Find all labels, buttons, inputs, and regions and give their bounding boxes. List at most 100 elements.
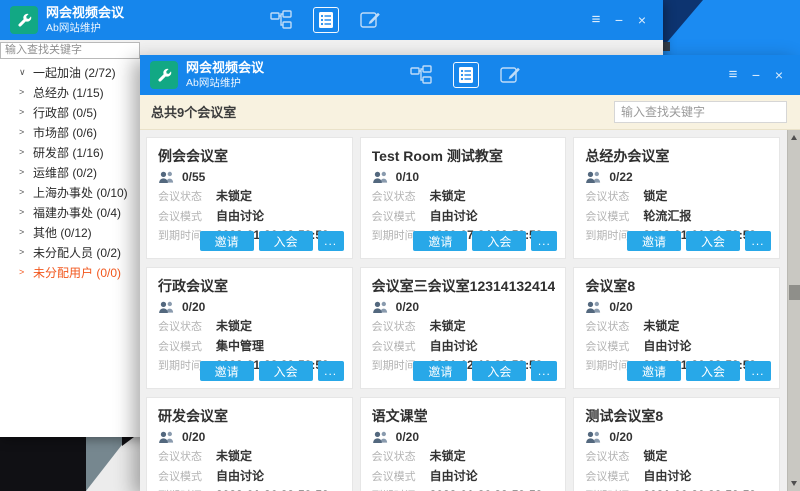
status-value: 锁定 (643, 447, 667, 464)
room-count-row: 0/20 (372, 430, 556, 444)
invite-button[interactable]: 邀请 (200, 361, 254, 381)
status-label: 会议状态 (372, 318, 430, 334)
room-title: 例会会议室 (158, 146, 342, 166)
scrollbar[interactable] (787, 130, 800, 491)
room-title: 总经办会议室 (585, 146, 769, 166)
close-button[interactable]: × (635, 13, 649, 27)
join-button[interactable]: 入会 (472, 231, 526, 251)
join-button[interactable]: 入会 (259, 361, 313, 381)
chevron-icon[interactable]: > (19, 147, 28, 157)
chevron-icon[interactable]: > (19, 267, 28, 277)
minimize-button[interactable]: − (749, 68, 763, 82)
room-mode-row: 会议模式 自由讨论 (372, 207, 556, 224)
status-label: 会议状态 (585, 188, 643, 204)
scrollbar-thumb[interactable] (789, 285, 800, 300)
mode-value: 集中管理 (216, 337, 264, 354)
room-count: 0/20 (609, 430, 632, 444)
sidebar-search-input[interactable] (0, 42, 140, 59)
room-mode-row: 会议模式 集中管理 (158, 337, 342, 354)
org-chart-icon[interactable] (410, 65, 432, 85)
chevron-icon[interactable]: > (19, 127, 28, 137)
participants-icon (158, 300, 175, 314)
meeting-room-card: 测试会议室8 0/20 会议状态 锁定 (573, 397, 780, 491)
status-label: 会议状态 (158, 318, 216, 334)
tree-item-label: 其他 (0/12) (33, 224, 92, 241)
chevron-icon[interactable]: > (19, 227, 28, 237)
rooms-search-input[interactable] (614, 101, 787, 123)
room-count: 0/20 (396, 300, 419, 314)
join-button[interactable]: 入会 (472, 361, 526, 381)
chevron-icon[interactable]: > (19, 207, 28, 217)
room-title: 会议室8 (585, 276, 769, 296)
chevron-icon[interactable]: > (19, 107, 28, 117)
chevron-icon[interactable]: > (19, 87, 28, 97)
join-button[interactable]: 入会 (259, 231, 313, 251)
room-count-row: 0/55 (158, 170, 342, 184)
more-button[interactable]: ... (745, 231, 771, 251)
chevron-icon[interactable]: > (19, 247, 28, 257)
close-button[interactable]: × (772, 68, 786, 82)
room-list-icon-active[interactable] (313, 7, 339, 33)
app-subtitle: Ab网站维护 (46, 22, 124, 35)
edit-icon[interactable] (500, 65, 522, 85)
join-button[interactable]: 入会 (686, 231, 740, 251)
status-label: 会议状态 (372, 188, 430, 204)
more-button[interactable]: ... (531, 361, 557, 381)
tree-item-label: 市场部 (0/6) (33, 124, 97, 141)
mode-value: 自由讨论 (216, 207, 264, 224)
app-title: 网会视频会议 (46, 5, 124, 21)
mode-value: 自由讨论 (216, 467, 264, 484)
status-value: 未锁定 (430, 187, 466, 204)
room-count: 0/20 (182, 300, 205, 314)
mode-value: 自由讨论 (430, 207, 478, 224)
room-status-row: 会议状态 未锁定 (372, 187, 556, 204)
room-mode-row: 会议模式 自由讨论 (585, 467, 769, 484)
invite-button[interactable]: 邀请 (413, 361, 467, 381)
menu-button[interactable]: ≡ (726, 68, 740, 82)
app-titles: 网会视频会议 Ab网站维护 (186, 60, 264, 89)
status-value: 未锁定 (216, 187, 252, 204)
room-count-row: 0/20 (158, 300, 342, 314)
app-logo (10, 6, 38, 34)
more-button[interactable]: ... (531, 231, 557, 251)
room-title: 行政会议室 (158, 276, 342, 296)
invite-button[interactable]: 邀请 (627, 231, 681, 251)
edit-icon[interactable] (360, 10, 382, 30)
scroll-down-icon[interactable] (791, 481, 797, 486)
room-title: 语文课堂 (372, 406, 556, 426)
more-button[interactable]: ... (318, 361, 344, 381)
mode-label: 会议模式 (158, 208, 216, 224)
more-button[interactable]: ... (318, 231, 344, 251)
participants-icon (585, 300, 602, 314)
minimize-button[interactable]: − (612, 13, 626, 27)
room-mode-row: 会议模式 自由讨论 (372, 467, 556, 484)
room-list-icon-active[interactable] (453, 62, 479, 88)
invite-button[interactable]: 邀请 (627, 361, 681, 381)
more-button[interactable]: ... (745, 361, 771, 381)
join-button[interactable]: 入会 (686, 361, 740, 381)
invite-button[interactable]: 邀请 (413, 231, 467, 251)
room-count: 0/20 (609, 300, 632, 314)
room-count-row: 0/20 (585, 430, 769, 444)
meeting-room-card: Test Room 测试教室 0/10 会议状态 (360, 137, 567, 259)
room-actions: 邀请 入会 ... (413, 231, 557, 251)
scroll-up-icon[interactable] (791, 135, 797, 140)
chevron-icon[interactable]: > (19, 167, 28, 177)
room-actions: 邀请 入会 ... (200, 361, 344, 381)
room-mode-row: 会议模式 自由讨论 (158, 467, 342, 484)
org-chart-icon[interactable] (270, 10, 292, 30)
room-title: 研发会议室 (158, 406, 342, 426)
chevron-icon[interactable]: > (19, 187, 28, 197)
wrench-icon (16, 12, 33, 29)
status-value: 锁定 (643, 187, 667, 204)
invite-button[interactable]: 邀请 (200, 231, 254, 251)
room-status-row: 会议状态 未锁定 (372, 317, 556, 334)
participants-icon (585, 170, 602, 184)
menu-button[interactable]: ≡ (589, 13, 603, 27)
room-count-row: 0/10 (372, 170, 556, 184)
room-actions: 邀请 入会 ... (413, 361, 557, 381)
window2-header-icons (410, 55, 522, 95)
meeting-room-card: 会议室8 0/20 会议状态 未锁定 (573, 267, 780, 389)
mode-label: 会议模式 (585, 208, 643, 224)
chevron-icon[interactable]: ∨ (19, 67, 28, 78)
